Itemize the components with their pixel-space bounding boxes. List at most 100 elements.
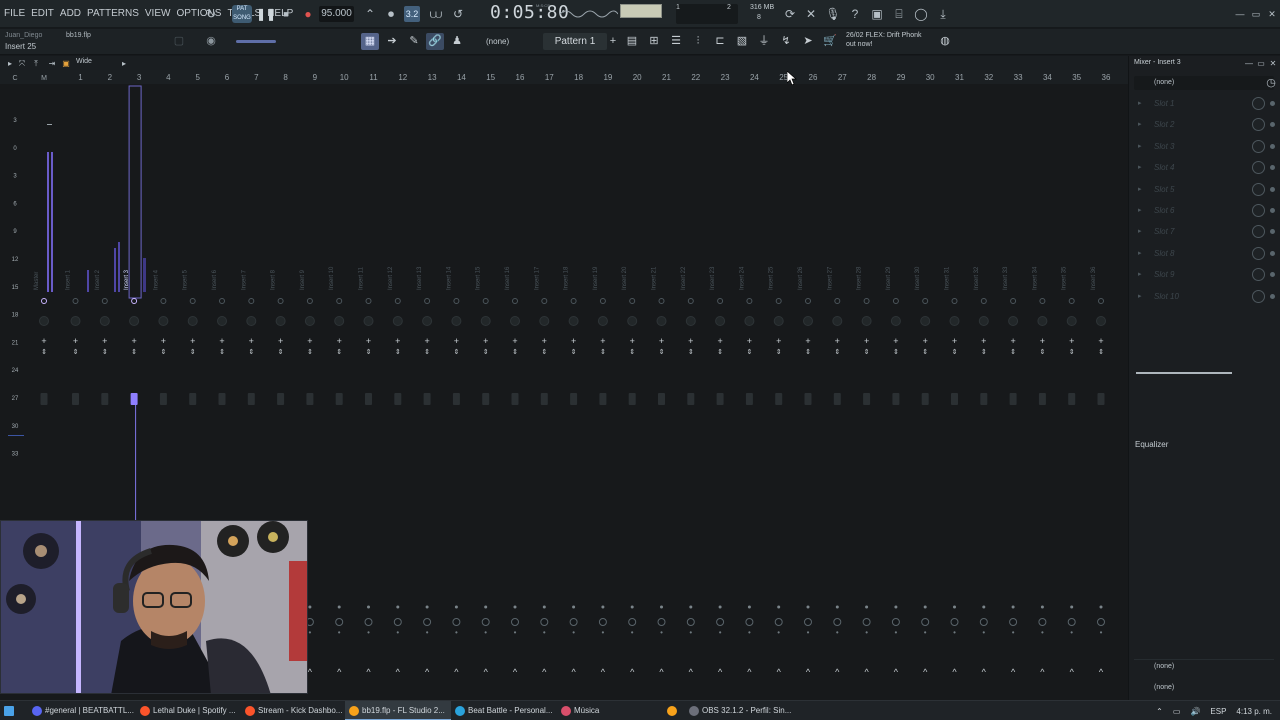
- route-dot[interactable]: [599, 298, 606, 304]
- metronome-icon[interactable]: ⌃: [362, 6, 378, 22]
- fx-enable-icon[interactable]: [393, 618, 402, 626]
- route-dot[interactable]: [1039, 298, 1046, 304]
- volume-fader[interactable]: [423, 393, 431, 405]
- menu-patterns[interactable]: PATTERNS: [87, 8, 139, 19]
- fx-enable-icon[interactable]: [423, 618, 432, 626]
- minimize-icon[interactable]: —: [1232, 6, 1248, 22]
- pan-knob[interactable]: [70, 316, 81, 326]
- pan-knob[interactable]: [304, 316, 315, 326]
- menu-file[interactable]: FILE: [4, 8, 25, 19]
- route-dot[interactable]: [717, 298, 724, 304]
- route-dot[interactable]: [482, 298, 489, 304]
- slot-enable-led[interactable]: [1270, 208, 1275, 213]
- volume-fader[interactable]: [365, 393, 372, 405]
- slot-enable-led[interactable]: [1270, 250, 1275, 256]
- volume-fader[interactable]: [452, 393, 460, 405]
- fx-enable-icon[interactable]: [804, 618, 812, 626]
- pan-knob[interactable]: [1066, 316, 1077, 326]
- slot-mix-knob[interactable]: [1252, 225, 1265, 239]
- pan-knob[interactable]: [861, 316, 872, 326]
- pan-knob[interactable]: [685, 316, 696, 326]
- fx-enable-icon[interactable]: [1067, 618, 1076, 626]
- pan-knob[interactable]: [422, 316, 433, 326]
- route-dot[interactable]: [512, 298, 518, 304]
- volume-fader[interactable]: [980, 393, 988, 405]
- volume-fader[interactable]: [394, 393, 402, 405]
- pause-button[interactable]: ❚❚: [256, 6, 276, 22]
- link-icon[interactable]: 🔗: [426, 33, 444, 50]
- fx-enable-icon[interactable]: [774, 618, 783, 626]
- add-pattern-icon[interactable]: +: [604, 33, 622, 50]
- pan-knob[interactable]: [715, 316, 726, 326]
- piano-roll-button[interactable]: ▦: [361, 33, 379, 50]
- route-dot[interactable]: [306, 298, 313, 304]
- volume-fader[interactable]: [1097, 393, 1105, 405]
- mixer-icon[interactable]: ☰: [667, 33, 685, 50]
- news-ticker[interactable]: 26/02 FLEX: Drift Phonk out now!: [846, 31, 921, 49]
- effect-slot[interactable]: ▸ Slot 10: [1134, 287, 1275, 307]
- volume-fader[interactable]: [40, 393, 48, 405]
- volume-fader[interactable]: [658, 393, 665, 405]
- slot-mix-knob[interactable]: [1252, 118, 1265, 132]
- volume-fader[interactable]: [511, 393, 519, 405]
- loop-icon[interactable]: ↻: [203, 6, 219, 22]
- taskbar-item[interactable]: [663, 701, 685, 720]
- tray-network-icon[interactable]: ▭: [1173, 707, 1181, 716]
- pan-knob[interactable]: [539, 316, 550, 326]
- clipboard-icon[interactable]: ▧: [733, 33, 751, 50]
- fx-enable-icon[interactable]: [1009, 618, 1018, 626]
- pan-knob[interactable]: [39, 316, 49, 326]
- pan-knob[interactable]: [392, 316, 403, 326]
- menu-view[interactable]: VIEW: [145, 8, 171, 19]
- taskbar-item[interactable]: Lethal Duke | Spotify ...: [136, 701, 241, 720]
- step-edit-button[interactable]: 3.2: [404, 6, 420, 22]
- stamp-icon[interactable]: ♟: [448, 33, 466, 50]
- fx-enable-icon[interactable]: [540, 618, 549, 626]
- volume-fader[interactable]: [921, 393, 929, 405]
- tray-chevron-icon[interactable]: ⌃: [1156, 707, 1163, 716]
- brush-icon[interactable]: ✎: [405, 33, 423, 50]
- fx-enable-icon[interactable]: [1038, 618, 1047, 626]
- taskbar-item[interactable]: Beat Battle - Personal...: [451, 701, 557, 720]
- volume-fader[interactable]: [247, 393, 255, 405]
- fx-enable-icon[interactable]: [686, 618, 695, 626]
- route-dot[interactable]: [775, 298, 782, 304]
- pan-knob[interactable]: [187, 316, 198, 326]
- slot-enable-led[interactable]: [1270, 293, 1275, 299]
- menu-add[interactable]: ADD: [60, 8, 81, 19]
- mixer-view-mode[interactable]: Wide: [76, 58, 92, 65]
- pan-knob[interactable]: [627, 316, 638, 326]
- pan-knob[interactable]: [568, 316, 579, 326]
- output-select-2[interactable]: (none): [1134, 681, 1274, 695]
- route-dot[interactable]: [365, 298, 372, 304]
- slot-arrow-icon[interactable]: ▸: [1138, 227, 1142, 235]
- pan-knob[interactable]: [246, 316, 257, 326]
- arrow-icon[interactable]: ➤: [799, 33, 817, 50]
- effect-slot[interactable]: ▸ Slot 6: [1134, 201, 1275, 221]
- slot-enable-led[interactable]: [1270, 143, 1275, 149]
- browser-icon[interactable]: ⊏: [711, 33, 729, 50]
- volume-fader[interactable]: [892, 393, 900, 405]
- slot-arrow-icon[interactable]: ▸: [1138, 292, 1142, 300]
- globe-icon[interactable]: ◍: [936, 33, 954, 50]
- master-pitch-knob-icon[interactable]: ◉: [202, 33, 220, 50]
- slot-mix-knob[interactable]: [1252, 97, 1265, 110]
- help-icon[interactable]: ?: [847, 6, 863, 22]
- pan-knob[interactable]: [920, 316, 931, 326]
- start-button[interactable]: [0, 701, 28, 720]
- slot-mix-knob[interactable]: [1252, 182, 1265, 196]
- volume-fader[interactable]: [1038, 393, 1046, 405]
- route-dot[interactable]: [189, 298, 196, 304]
- route-dot[interactable]: [980, 298, 987, 304]
- slot-enable-led[interactable]: [1270, 272, 1275, 278]
- pattern-selector[interactable]: Pattern 1: [543, 33, 607, 50]
- arrow-right-icon[interactable]: ➔: [383, 33, 401, 50]
- route-dot[interactable]: [570, 298, 577, 304]
- stop-button[interactable]: ■: [278, 6, 294, 22]
- tray-clock[interactable]: 4:13 p. m.: [1236, 707, 1272, 716]
- route-dot[interactable]: [951, 298, 958, 304]
- countdown-icon[interactable]: ⩊: [428, 6, 444, 22]
- route-dot[interactable]: [687, 298, 694, 304]
- pan-knob[interactable]: [451, 316, 462, 326]
- route-dot[interactable]: [394, 298, 401, 304]
